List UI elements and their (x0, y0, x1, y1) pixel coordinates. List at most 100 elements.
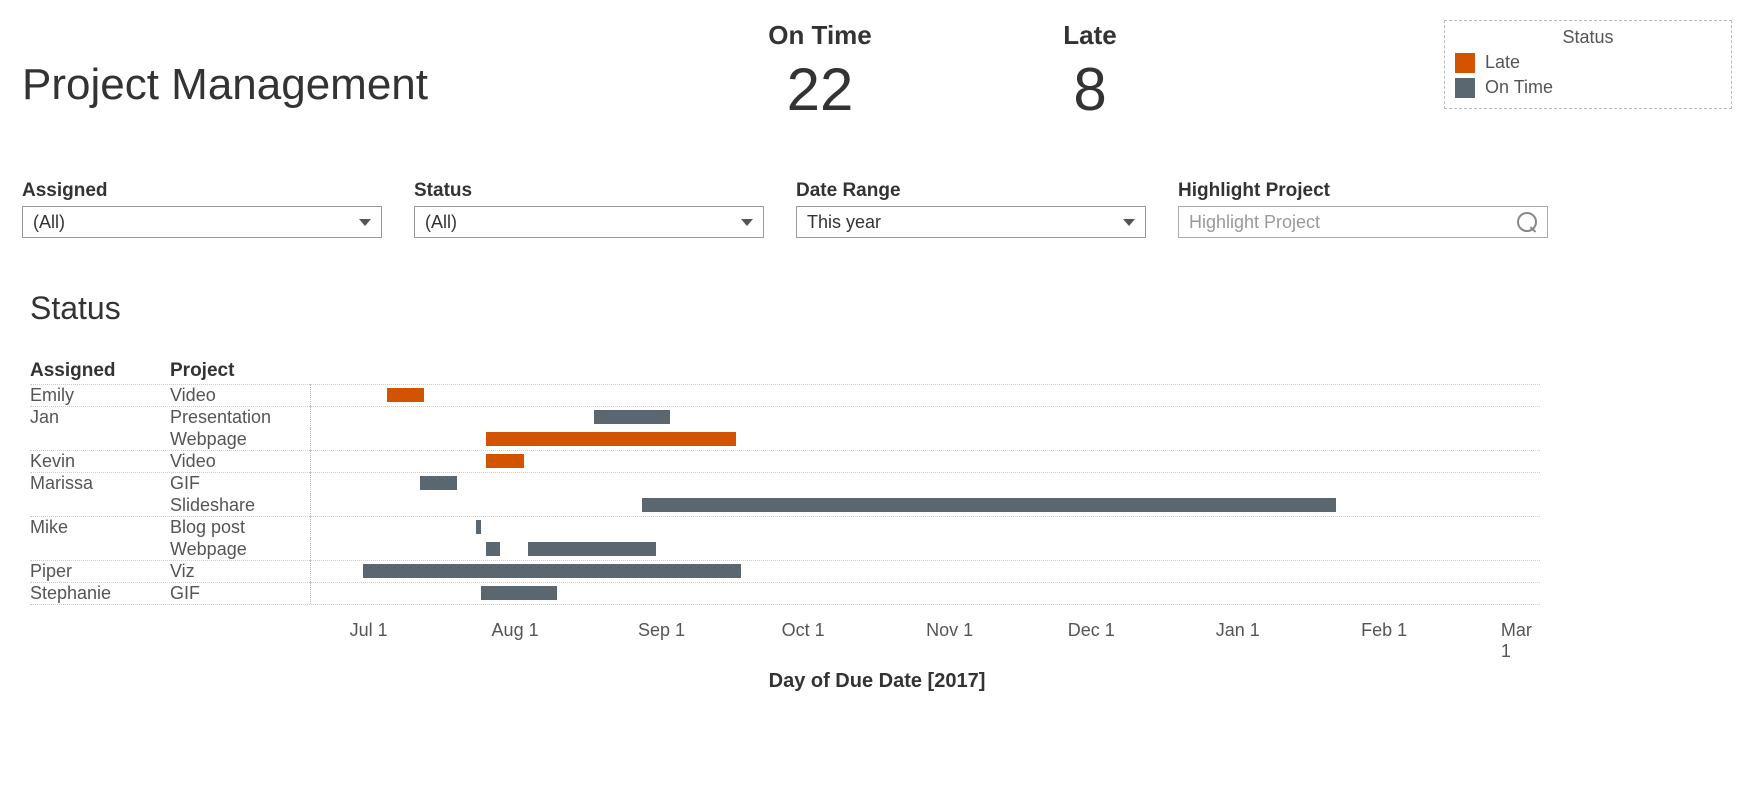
row-separator (30, 472, 1540, 473)
cell-bar (311, 384, 1540, 406)
legend-title: Status (1455, 27, 1721, 48)
legend-late-label: Late (1485, 52, 1520, 73)
row-separator (30, 560, 1540, 561)
x-tick: Mar 1 (1501, 620, 1532, 662)
cell-assigned: Emily (30, 384, 170, 406)
gantt-bar[interactable] (594, 410, 670, 424)
gantt-row: MikeBlog post (30, 516, 1540, 538)
cell-assigned: Mike (30, 516, 170, 538)
cell-assigned (30, 428, 170, 450)
gantt-row: MarissaGIF (30, 472, 1540, 494)
filter-assigned: Assigned (All) (22, 180, 382, 238)
x-axis-label: Day of Due Date [2017] (0, 670, 1754, 693)
gantt-bar[interactable] (486, 432, 736, 446)
highlight-input[interactable]: Highlight Project (1178, 206, 1548, 238)
cell-bar (311, 560, 1540, 582)
x-tick: Nov 1 (926, 620, 973, 641)
gantt-bar[interactable] (363, 564, 741, 578)
cell-assigned: Stephanie (30, 582, 170, 604)
filter-status-label: Status (414, 180, 764, 202)
filter-assigned-label: Assigned (22, 180, 382, 202)
cell-bar (311, 450, 1540, 472)
status-value: (All) (425, 212, 457, 233)
kpi-on-time-label: On Time (730, 20, 910, 51)
filter-highlight-label: Highlight Project (1178, 180, 1548, 202)
cell-project: GIF (170, 472, 311, 494)
gantt-grid: EmilyVideoJanPresentationWebpageKevinVid… (30, 384, 1540, 604)
filter-date-range: Date Range This year (796, 180, 1146, 238)
kpi-on-time-value: 22 (730, 55, 910, 124)
x-axis: Jul 1Aug 1Sep 1Oct 1Nov 1Dec 1Jan 1Feb 1… (312, 620, 1540, 650)
gantt-row: KevinVideo (30, 450, 1540, 472)
filter-range-label: Date Range (796, 180, 1146, 202)
cell-project: Slideshare (170, 494, 311, 516)
gantt-bar[interactable] (420, 476, 458, 490)
search-icon (1517, 212, 1537, 232)
row-separator (30, 516, 1540, 517)
gantt-row: Webpage (30, 538, 1540, 560)
x-tick: Aug 1 (492, 620, 539, 641)
swatch-late (1455, 53, 1475, 73)
row-separator (30, 406, 1540, 407)
cell-assigned: Kevin (30, 450, 170, 472)
x-tick: Sep 1 (638, 620, 685, 641)
cell-assigned: Marissa (30, 472, 170, 494)
x-tick: Oct 1 (782, 620, 825, 641)
legend-ontime-label: On Time (1485, 77, 1553, 98)
x-tick: Jul 1 (350, 620, 388, 641)
cell-project: Video (170, 384, 311, 406)
cell-project: Viz (170, 560, 311, 582)
cell-bar (311, 582, 1540, 604)
gantt-bar[interactable] (486, 542, 500, 556)
filters: Assigned (All) Status (All) Date Range T… (22, 180, 1548, 238)
chevron-down-icon (741, 219, 753, 226)
cell-assigned (30, 538, 170, 560)
kpi-late-value: 8 (1020, 55, 1160, 124)
range-select[interactable]: This year (796, 206, 1146, 238)
cell-bar (311, 406, 1540, 428)
cell-project: Webpage (170, 538, 311, 560)
gantt-bar[interactable] (476, 520, 481, 534)
cell-assigned: Piper (30, 560, 170, 582)
cell-project: Webpage (170, 428, 311, 450)
row-separator (30, 450, 1540, 451)
cell-bar (311, 494, 1540, 516)
cell-bar (311, 472, 1540, 494)
highlight-placeholder: Highlight Project (1189, 212, 1320, 233)
assigned-value: (All) (33, 212, 65, 233)
kpi-late-label: Late (1020, 20, 1160, 51)
range-value: This year (807, 212, 881, 233)
cell-project: Video (170, 450, 311, 472)
kpi-late: Late 8 (1020, 20, 1160, 124)
gantt-bar[interactable] (486, 454, 524, 468)
gantt-row: Webpage (30, 428, 1540, 450)
legend: Status Late On Time (1444, 20, 1732, 109)
gantt-row: EmilyVideo (30, 384, 1540, 406)
legend-item-late[interactable]: Late (1455, 52, 1721, 73)
cell-assigned (30, 494, 170, 516)
cell-bar (311, 516, 1540, 538)
page-title: Project Management (22, 60, 428, 110)
cell-project: Presentation (170, 406, 311, 428)
swatch-ontime (1455, 78, 1475, 98)
gantt-bar[interactable] (528, 542, 656, 556)
cell-assigned: Jan (30, 406, 170, 428)
gantt-row: StephanieGIF (30, 582, 1540, 604)
gantt-bar[interactable] (481, 586, 557, 600)
cell-project: Blog post (170, 516, 311, 538)
kpi-on-time: On Time 22 (730, 20, 910, 124)
gantt-row: PiperViz (30, 560, 1540, 582)
gantt-row: Slideshare (30, 494, 1540, 516)
col-project: Project (170, 360, 234, 382)
gantt-bar[interactable] (642, 498, 1336, 512)
status-select[interactable]: (All) (414, 206, 764, 238)
gantt-bar[interactable] (387, 388, 425, 402)
cell-bar (311, 428, 1540, 450)
assigned-select[interactable]: (All) (22, 206, 382, 238)
x-tick: Dec 1 (1068, 620, 1115, 641)
cell-bar (311, 538, 1540, 560)
row-separator (30, 384, 1540, 385)
x-tick: Feb 1 (1361, 620, 1407, 641)
col-assigned: Assigned (30, 360, 116, 382)
legend-item-ontime[interactable]: On Time (1455, 77, 1721, 98)
